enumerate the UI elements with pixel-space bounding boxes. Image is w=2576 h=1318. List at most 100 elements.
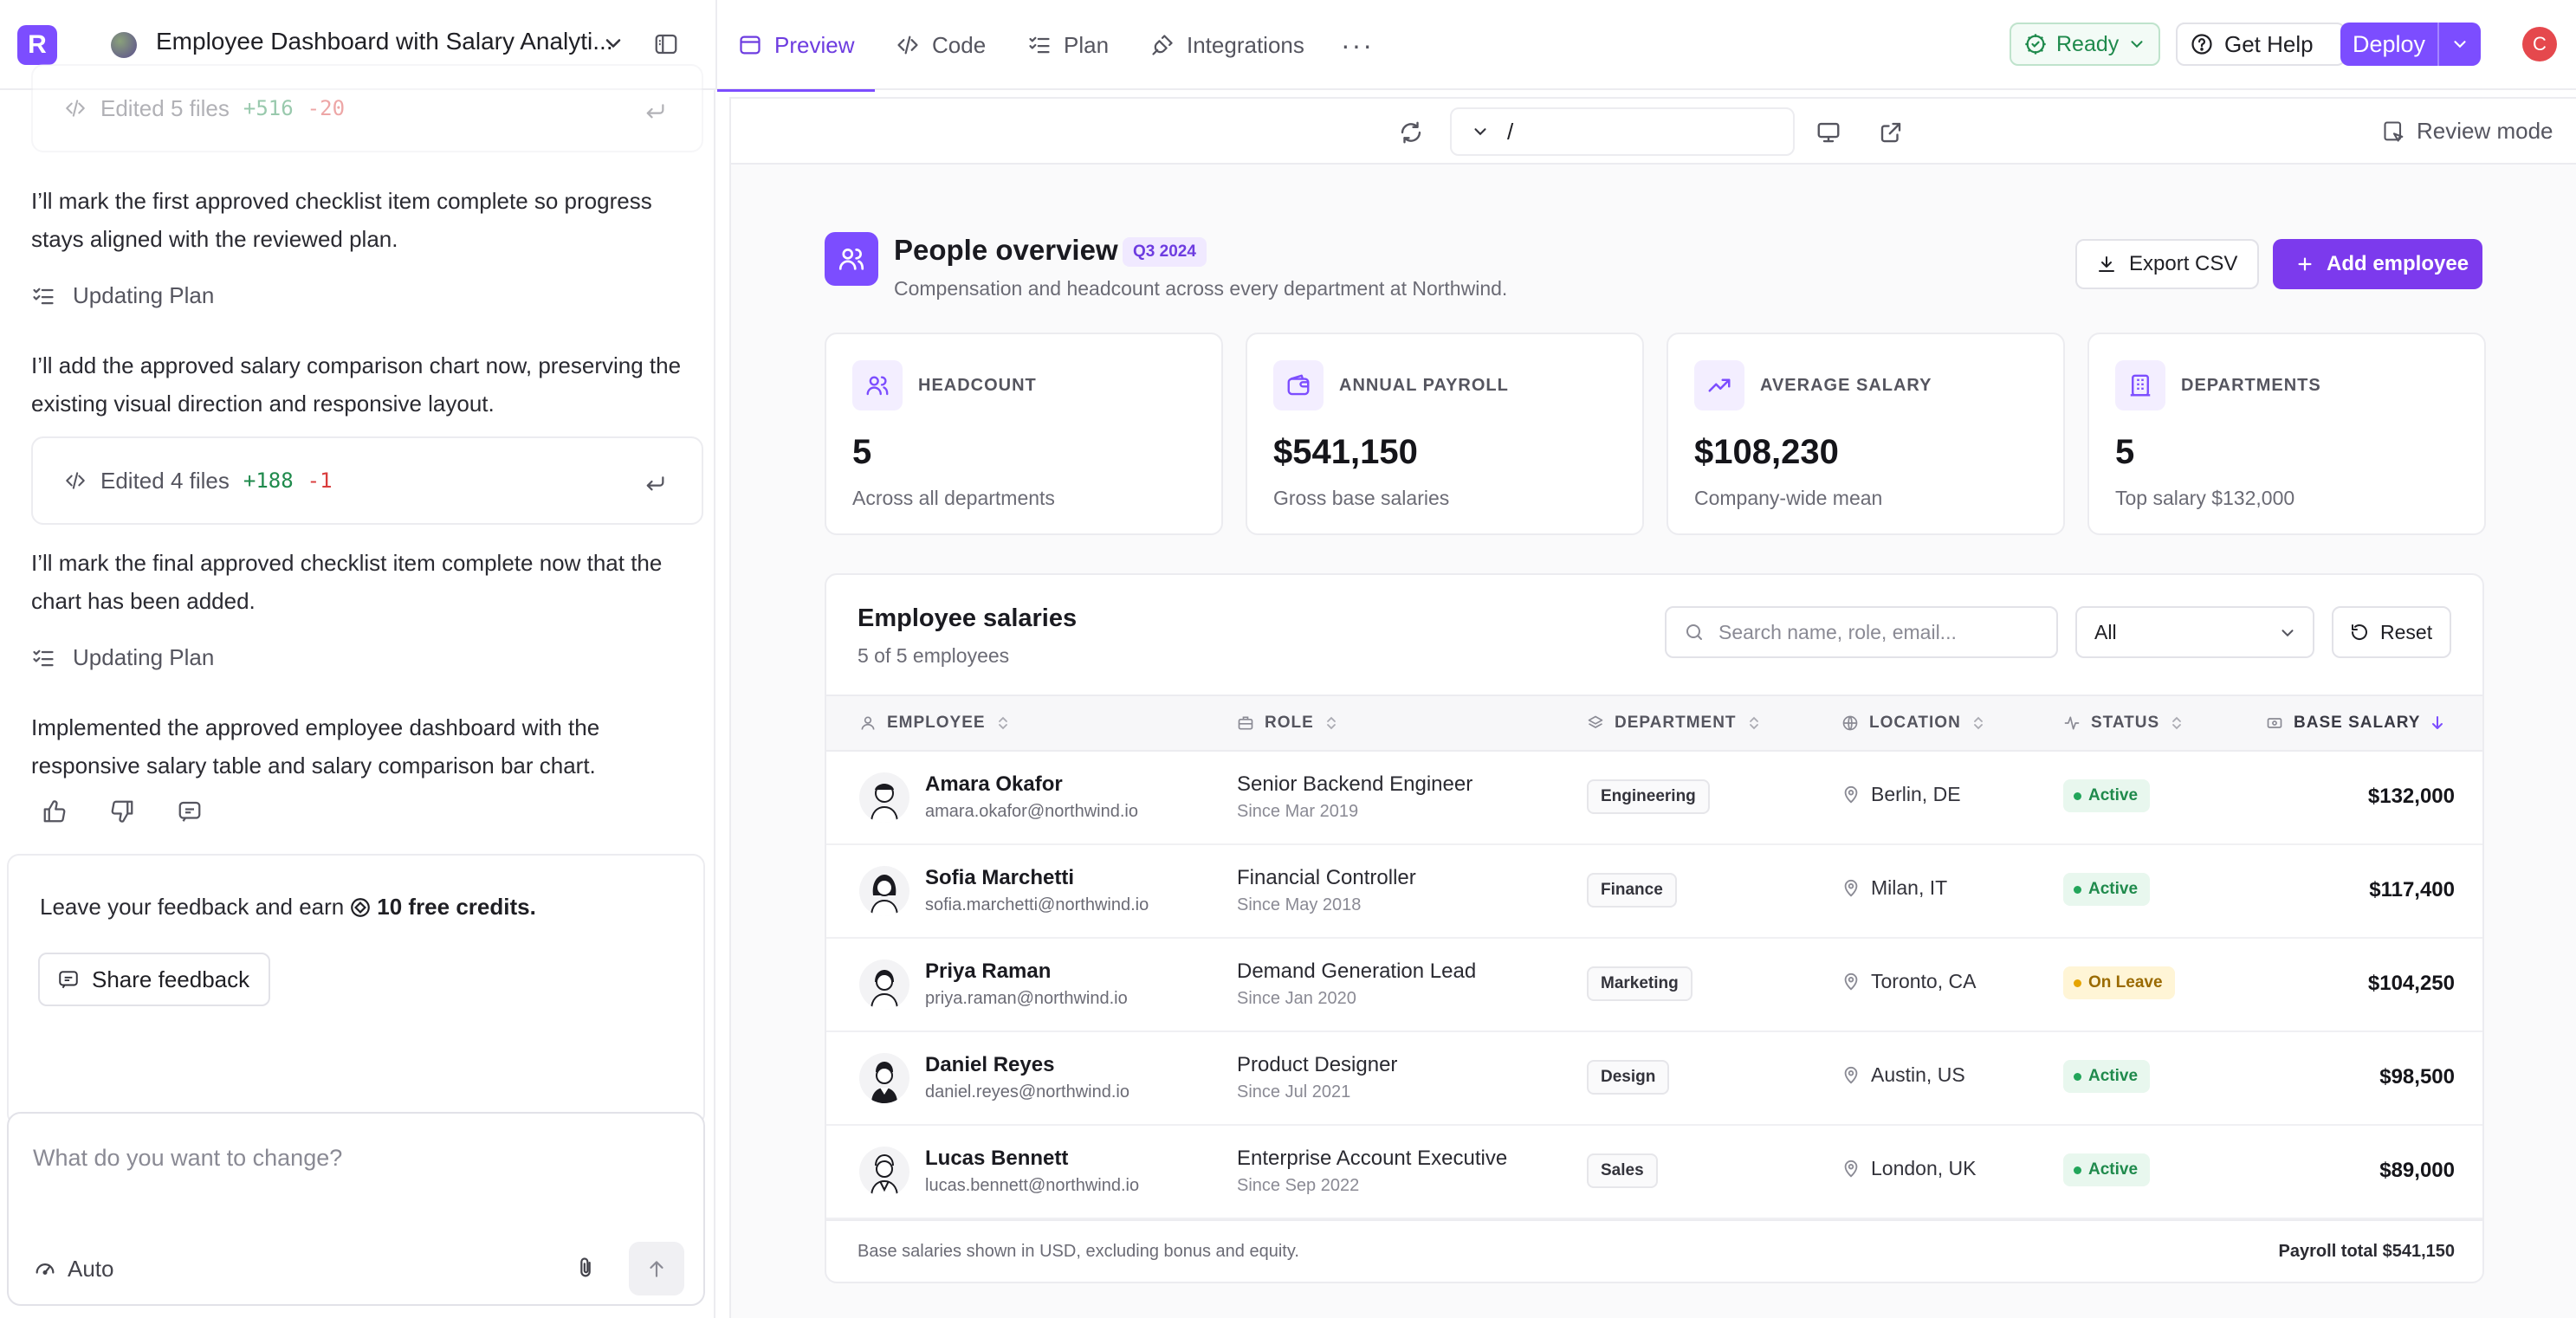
search-icon xyxy=(1686,624,1702,640)
edited-files-card[interactable]: Edited 5 files +516 -20 xyxy=(31,64,703,152)
user-avatar[interactable]: C xyxy=(2522,27,2557,61)
monitor-icon[interactable] xyxy=(1815,120,1841,145)
sidebar-toggle-icon[interactable] xyxy=(653,31,679,57)
sort-icon xyxy=(1326,716,1336,730)
avatar xyxy=(859,1053,909,1103)
table-footer: Base salaries shown in USD, excluding bo… xyxy=(826,1219,2482,1282)
thumbs-down-icon[interactable] xyxy=(109,798,135,824)
deploy-options-button[interactable] xyxy=(2439,35,2481,54)
plan-update-row[interactable]: Updating Plan xyxy=(31,644,214,671)
column-header-employee[interactable]: EMPLOYEE xyxy=(859,696,1010,750)
status-label: Active xyxy=(2088,1067,2139,1085)
share-feedback-button[interactable]: Share feedback xyxy=(38,953,270,1006)
base-salary: $132,000 xyxy=(2367,785,2455,808)
table-row[interactable]: Sofia Marchetti sofia.marchetti@northwin… xyxy=(826,845,2482,939)
search-input[interactable]: Search name, role, email... xyxy=(1665,606,2058,658)
undo-icon[interactable] xyxy=(643,97,667,121)
department-badge: Finance xyxy=(1587,873,1677,908)
export-csv-button[interactable]: Export CSV xyxy=(2075,239,2259,289)
refresh-icon[interactable] xyxy=(1398,120,1424,145)
url-bar[interactable]: / xyxy=(1450,107,1795,156)
column-header-department[interactable]: DEPARTMENT xyxy=(1587,696,1761,750)
tab-code[interactable]: Code xyxy=(896,0,986,90)
table-row[interactable]: Priya Raman priya.raman@northwind.io Dem… xyxy=(826,939,2482,1032)
code-icon xyxy=(66,472,85,489)
comment-icon[interactable] xyxy=(177,798,203,824)
table-row[interactable]: Daniel Reyes daniel.reyes@northwind.io P… xyxy=(826,1032,2482,1126)
column-header-role[interactable]: ROLE xyxy=(1237,696,1338,750)
reset-label: Reset xyxy=(2380,620,2433,643)
add-employee-label: Add employee xyxy=(2327,252,2469,275)
employee-role: Senior Backend Engineer xyxy=(1237,772,1473,796)
edited-files-card[interactable]: Edited 4 files +188 -1 xyxy=(31,436,703,525)
column-header-location[interactable]: LOCATION xyxy=(1841,696,1985,750)
checklist-icon xyxy=(1029,36,1050,54)
chevron-down-icon[interactable] xyxy=(601,31,625,55)
tab-plan[interactable]: Plan xyxy=(1027,0,1109,90)
avatar xyxy=(859,772,909,823)
wallet-icon xyxy=(1273,360,1324,410)
reset-button[interactable]: Reset xyxy=(2332,606,2451,658)
map-pin-icon xyxy=(1844,879,1858,896)
map-pin-icon xyxy=(1844,972,1858,990)
map-pin-icon xyxy=(1844,1066,1858,1083)
more-menu-button[interactable]: ··· xyxy=(1341,0,1374,90)
location-label: Milan, IT xyxy=(1871,876,1948,899)
employee-since: Since Sep 2022 xyxy=(1237,1176,1360,1195)
get-help-button[interactable]: Get Help xyxy=(2176,23,2346,66)
department-badge: Marketing xyxy=(1587,966,1693,1001)
table-header: EMPLOYEE ROLE DEPARTMENT LOCATION STATUS… xyxy=(826,695,2482,752)
tab-label: Preview xyxy=(774,31,855,58)
column-header-status[interactable]: STATUS xyxy=(2063,696,2184,750)
checklist-icon xyxy=(33,288,54,304)
chat-composer[interactable]: What do you want to change? Auto xyxy=(7,1112,705,1306)
tab-preview[interactable]: Preview xyxy=(716,0,877,92)
deploy-button[interactable]: Deploy xyxy=(2340,23,2481,66)
search-placeholder: Search name, role, email... xyxy=(1718,620,1957,643)
app-logo[interactable]: R xyxy=(17,25,57,65)
plan-update-label: Updating Plan xyxy=(73,282,215,308)
lines-added: +188 xyxy=(243,468,294,493)
stat-value: $108,230 xyxy=(1694,433,1839,471)
chat-panel: Edited 5 files +516 -20 I’ll mark the fi… xyxy=(0,64,715,1318)
stat-caption: Across all departments xyxy=(852,487,1055,509)
add-employee-button[interactable]: Add employee xyxy=(2273,239,2482,289)
stat-caption: Top salary $132,000 xyxy=(2115,487,2295,509)
employee-name: Priya Raman xyxy=(925,959,1052,983)
plan-update-label: Updating Plan xyxy=(73,644,215,670)
composer-input[interactable]: What do you want to change? xyxy=(33,1145,342,1172)
department-filter-select[interactable]: All xyxy=(2075,606,2314,658)
period-badge: Q3 2024 xyxy=(1123,237,1207,267)
plan-update-row[interactable]: Updating Plan xyxy=(31,282,214,309)
tab-integrations[interactable]: Integrations xyxy=(1150,0,1304,90)
auto-mode-icon xyxy=(36,1263,55,1275)
stat-value: 5 xyxy=(852,433,872,471)
briefcase-icon xyxy=(1238,716,1253,730)
review-mode-button[interactable]: Review mode xyxy=(2382,118,2553,145)
table-row[interactable]: Amara Okafor amara.okafor@northwind.io S… xyxy=(826,752,2482,845)
employee-email: lucas.bennett@northwind.io xyxy=(925,1176,1140,1195)
attach-icon[interactable] xyxy=(573,1256,598,1280)
chevron-down-icon[interactable] xyxy=(1471,122,1490,141)
assistant-message: I’ll mark the final approved checklist i… xyxy=(31,550,663,614)
column-header-salary[interactable]: BASE SALARY xyxy=(2266,696,2444,750)
undo-icon[interactable] xyxy=(643,469,667,494)
employee-email: sofia.marchetti@northwind.io xyxy=(925,895,1149,914)
footer-note: Base salaries shown in USD, excluding bo… xyxy=(858,1242,1299,1261)
lines-removed: -1 xyxy=(307,468,333,493)
table-title: Employee salaries xyxy=(858,604,1078,632)
status-ready-button[interactable]: Ready xyxy=(2010,23,2160,66)
sort-desc-icon xyxy=(2432,716,2443,729)
table-row[interactable]: Lucas Bennett lucas.bennett@northwind.io… xyxy=(826,1126,2482,1219)
help-label: Get Help xyxy=(2224,30,2314,57)
edited-label: Edited 4 files xyxy=(100,467,230,494)
external-link-icon[interactable] xyxy=(1878,120,1904,145)
deploy-label: Deploy xyxy=(2352,30,2426,57)
thumbs-up-icon[interactable] xyxy=(42,798,68,824)
project-title[interactable]: Employee Dashboard with Salary Analyti..… xyxy=(156,28,613,55)
message-square-icon xyxy=(59,971,78,989)
employee-role: Demand Generation Lead xyxy=(1237,959,1477,983)
column-label: BASE SALARY xyxy=(2294,714,2421,732)
send-button[interactable] xyxy=(629,1242,684,1295)
mode-selector[interactable]: Auto xyxy=(33,1256,114,1282)
